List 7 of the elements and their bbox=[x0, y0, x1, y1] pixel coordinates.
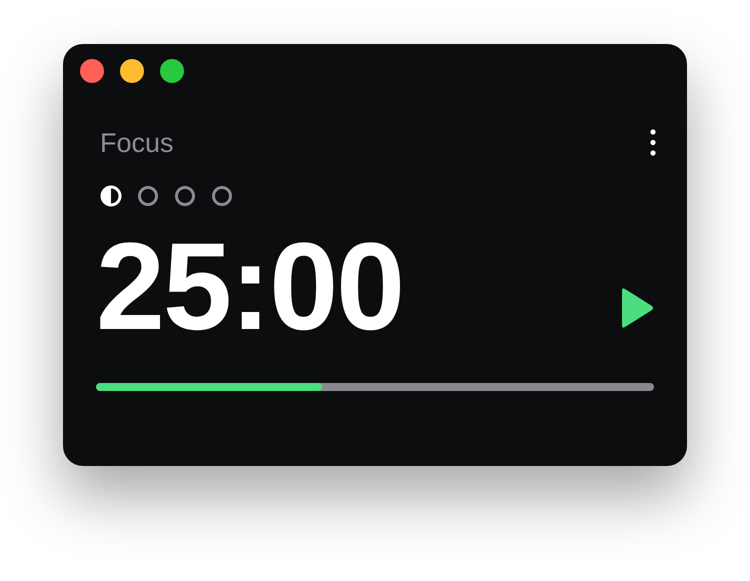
window-title: Focus bbox=[100, 127, 174, 159]
minimize-button[interactable] bbox=[120, 59, 144, 83]
timer-display: 25:00 bbox=[96, 217, 404, 357]
more-options-icon[interactable] bbox=[650, 129, 656, 157]
zoom-button[interactable] bbox=[160, 59, 184, 83]
play-icon[interactable] bbox=[622, 287, 654, 329]
close-button[interactable] bbox=[80, 59, 104, 83]
